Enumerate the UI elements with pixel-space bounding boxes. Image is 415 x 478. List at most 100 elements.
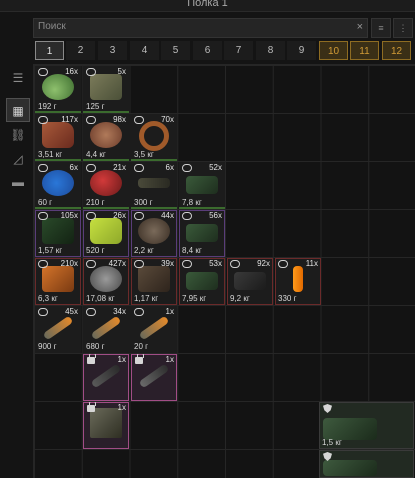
item-slot[interactable]: 98x 4,4 кг [83,114,129,161]
item-slot[interactable]: 52x 7,8 кг [179,162,225,209]
battery-icon [293,266,303,292]
item-slot[interactable]: 34x 680 г [83,306,129,353]
options-button[interactable]: ⋮ [393,18,413,38]
link-icon [38,116,48,124]
item-slot[interactable]: 92x 9,2 кг [227,258,273,305]
item-slot[interactable]: 1x [131,354,177,401]
rifle-icon [90,363,122,389]
item-quantity: 52x [209,163,222,172]
search-input[interactable]: Поиск [38,21,66,32]
item-slot[interactable]: 105x 1,57 кг [35,210,81,257]
page-tab-2[interactable]: 2 [66,41,95,60]
link-icon [134,164,144,172]
link-icon [182,260,192,268]
lettuce-icon [42,74,74,100]
item-slot[interactable]: 1x 20 г [131,306,177,353]
link-icon [38,164,48,172]
link-icon [182,164,192,172]
search-bar[interactable]: Поиск × [33,18,368,38]
page-tab-11[interactable]: 11 [350,41,379,60]
item-weight: 7,8 кг [182,198,202,207]
link-icon [86,68,96,76]
link-icon [38,308,48,316]
item-quantity: 92x [257,259,270,268]
ammo-box-icon [186,224,218,242]
ruler-icon: ◿ [13,152,23,166]
item-quantity: 105x [60,211,78,220]
item-slot[interactable]: 16x 192 г [35,66,81,113]
page-tab-10[interactable]: 10 [319,41,348,60]
link-icon [86,164,96,172]
item-quantity: 6x [165,163,174,172]
page-tab-6[interactable]: 6 [193,41,222,60]
item-quantity: 70x [161,115,174,124]
item-slot[interactable]: 427x 17,08 кг [83,258,129,305]
item-weight: 1,5 кг [322,438,342,447]
item-weight: 192 г [38,102,57,111]
brick-icon [234,272,266,290]
item-slot[interactable]: 117x 3,51 кг [35,114,81,161]
link-icon [134,212,144,220]
archive-icon: ▬ [12,175,24,189]
item-slot[interactable]: 11x 330 г [275,258,321,305]
item-quantity: 56x [209,211,222,220]
link-icon [278,260,288,268]
big-item-slot[interactable] [319,450,414,478]
item-quantity: 45x [65,307,78,316]
item-slot[interactable]: 1x [83,354,129,401]
item-weight: 4,4 кг [86,150,106,159]
item-slot[interactable]: 26x 520 г [83,210,129,257]
link-icon [86,308,96,316]
item-slot[interactable]: 6x 300 г [131,162,177,209]
item-slot[interactable]: 56x 8,4 кг [179,210,225,257]
item-quantity: 16x [65,67,78,76]
metal-scrap-icon [138,266,170,292]
archive-button[interactable]: ▬ [6,170,30,194]
item-slot[interactable]: 5x 125 г [83,66,129,113]
page-tab-1[interactable]: 1 [35,41,64,60]
page-tab-4[interactable]: 4 [130,41,159,60]
page-tab-8[interactable]: 8 [256,41,285,60]
grid-view-button[interactable]: ▦ [6,98,30,122]
item-quantity: 1x [117,355,126,364]
red-fruit-icon [90,170,122,196]
orange-leaves-icon [42,266,74,292]
ammo-box-icon [186,272,218,290]
page-tab-12[interactable]: 12 [382,41,411,60]
item-quantity: 11x [305,259,318,268]
item-weight: 125 г [86,102,105,111]
grid-icon: ▦ [12,104,24,118]
link-filter-button[interactable]: ⛓ [6,123,30,147]
item-slot[interactable]: 21x 210 г [83,162,129,209]
page-tab-3[interactable]: 3 [98,41,127,60]
big-item-slot[interactable]: 1,5 кг [319,402,414,449]
shield-icon [323,404,332,413]
page-tab-9[interactable]: 9 [287,41,316,60]
link-icon [38,260,48,268]
item-weight: 20 г [134,342,149,351]
page-tab-7[interactable]: 7 [224,41,253,60]
filter-button[interactable]: ≡ [371,18,391,38]
green-crate-icon [323,418,377,440]
item-slot[interactable]: 70x 3,5 кг [131,114,177,161]
item-slot[interactable]: 210x 6,3 кг [35,258,81,305]
list-view-button[interactable]: ☰ [6,66,30,90]
page-tab-5[interactable]: 5 [161,41,190,60]
item-quantity: 1x [117,403,126,412]
item-slot[interactable]: 53x 7,95 кг [179,258,225,305]
item-weight: 300 г [134,198,153,207]
item-slot[interactable]: 45x 900 г [35,306,81,353]
item-slot[interactable]: 44x 2,2 кг [131,210,177,257]
item-quantity: 53x [209,259,222,268]
item-slot[interactable]: 39x 1,17 кг [131,258,177,305]
rocket-icon [90,315,122,341]
link-icon [38,212,48,220]
clear-search-button[interactable]: × [357,21,363,33]
page-tabs: 1 2 3 4 5 6 7 8 9 10 11 12 [33,41,415,61]
item-slot[interactable]: 6x 60 г [35,162,81,209]
link-icon [86,116,96,124]
window-title: Полка 1 [187,0,228,9]
item-slot[interactable]: 1x [83,402,129,449]
ruler-filter-button[interactable]: ◿ [6,147,30,171]
item-quantity: 44x [161,211,174,220]
